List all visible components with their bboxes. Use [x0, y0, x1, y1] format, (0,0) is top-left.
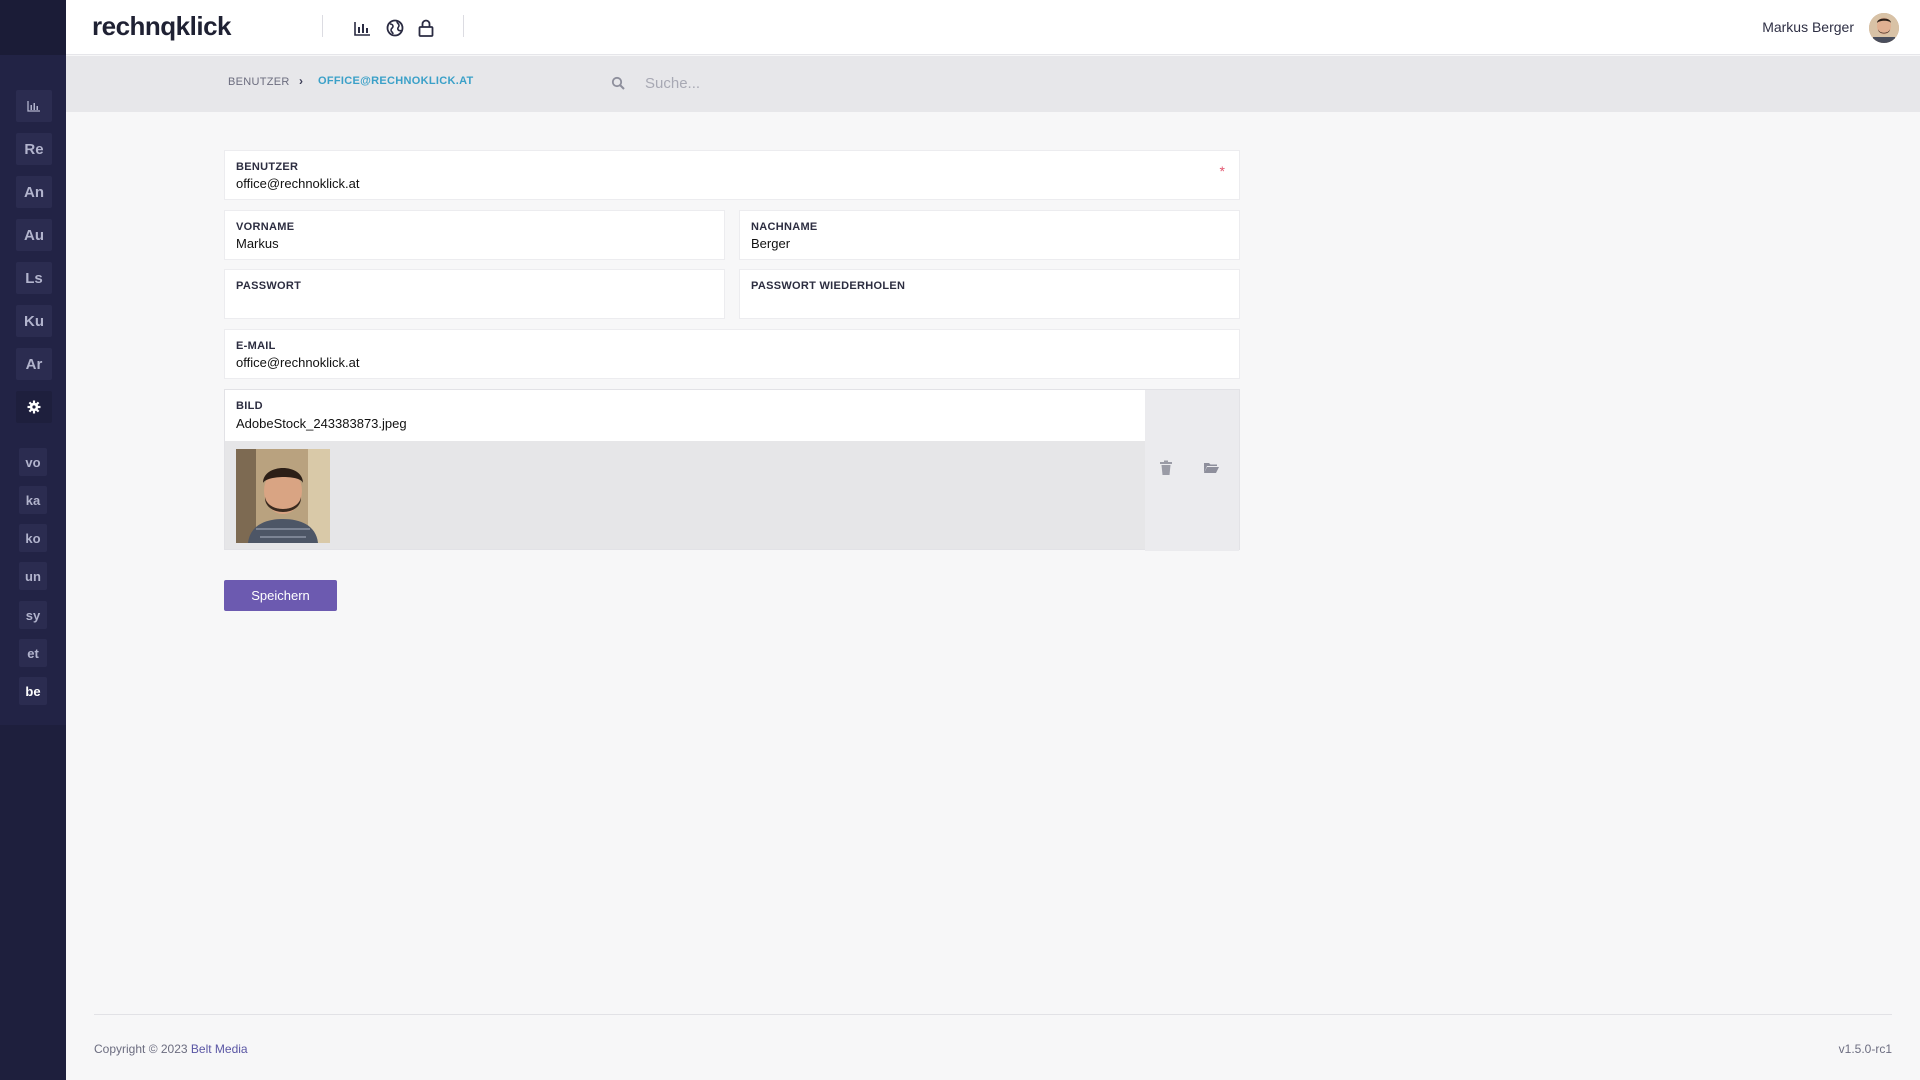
- email-field[interactable]: E-MAIL: [224, 329, 1240, 379]
- save-button[interactable]: Speichern: [224, 580, 337, 611]
- vorname-field[interactable]: VORNAME: [224, 210, 725, 260]
- sidebar-nav: Re An Au Ls Ku Ar vo ka ko un sy et be: [0, 55, 66, 725]
- search-icon: [611, 76, 626, 96]
- sidebar-item-ku[interactable]: Ku: [16, 305, 52, 337]
- passwort-input[interactable]: [236, 295, 686, 310]
- lock-icon: [418, 19, 434, 37]
- folder-open-icon: [1204, 463, 1219, 473]
- bild-thumbnail: [236, 449, 330, 543]
- bild-actions: [1145, 390, 1239, 551]
- email-input[interactable]: [236, 355, 1149, 370]
- header-divider: [322, 15, 323, 37]
- bild-label: BILD: [236, 400, 263, 412]
- email-label: E-MAIL: [236, 340, 276, 352]
- user-name[interactable]: Markus Berger: [1762, 19, 1854, 35]
- delete-image-button[interactable]: [1159, 460, 1173, 481]
- user-photo-icon: [1869, 13, 1899, 43]
- browse-image-button[interactable]: [1203, 461, 1220, 479]
- sidebar-item-ko[interactable]: ko: [19, 524, 47, 552]
- avatar[interactable]: [1869, 13, 1899, 43]
- passwort-label: PASSWORT: [236, 280, 302, 292]
- header-stats-button[interactable]: [351, 17, 373, 39]
- sidebar-item-be[interactable]: be: [19, 677, 47, 705]
- sidebar-item-vo[interactable]: vo: [19, 448, 47, 476]
- header-divider: [463, 15, 464, 37]
- vorname-label: VORNAME: [236, 221, 295, 233]
- company-link[interactable]: Belt Media: [191, 1042, 248, 1056]
- passwort-wiederholen-label: PASSWORT WIEDERHOLEN: [751, 280, 906, 292]
- benutzer-input[interactable]: [236, 176, 1149, 191]
- passwort-field[interactable]: PASSWORT: [224, 269, 725, 319]
- bar-chart-icon: [353, 21, 370, 36]
- nachname-input[interactable]: [751, 236, 1201, 251]
- gear-icon: [27, 400, 41, 414]
- breadcrumb-parent[interactable]: BENUTZER: [228, 76, 290, 88]
- bar-chart-icon: [27, 101, 40, 112]
- bild-upload: BILD AdobeStock_243383873.jpeg: [224, 389, 1240, 551]
- passwort-wiederholen-input[interactable]: [751, 295, 1201, 310]
- sidebar-item-ls[interactable]: Ls: [16, 262, 52, 294]
- subheader: BENUTZER › OFFICE@RECHNOKLICK.AT: [66, 56, 1920, 112]
- vorname-input[interactable]: [236, 236, 686, 251]
- sidebar-item-an[interactable]: An: [16, 176, 52, 208]
- sidebar-top: [0, 0, 66, 55]
- sidebar-item-au[interactable]: Au: [16, 219, 52, 251]
- sidebar-item-et[interactable]: et: [19, 639, 47, 667]
- globe-icon: [386, 19, 404, 37]
- benutzer-field[interactable]: BENUTZER *: [224, 150, 1240, 200]
- footer-divider: [94, 1014, 1892, 1015]
- portrait-image: [236, 449, 330, 543]
- footer-copyright: Copyright © 2023 Belt Media: [94, 1042, 248, 1056]
- top-header: rechnqklick Markus Berger: [66, 0, 1920, 55]
- bild-field[interactable]: BILD AdobeStock_243383873.jpeg: [225, 390, 1147, 441]
- header-lock-button[interactable]: [415, 17, 437, 39]
- sidebar-item-un[interactable]: un: [19, 562, 47, 590]
- sidebar-item-re[interactable]: Re: [16, 133, 52, 165]
- sidebar-item-ar[interactable]: Ar: [16, 348, 52, 380]
- bild-filename: AdobeStock_243383873.jpeg: [236, 416, 407, 431]
- sidebar-item-settings[interactable]: [16, 391, 52, 423]
- sidebar: Re An Au Ls Ku Ar vo ka ko un sy et be: [0, 0, 66, 1080]
- breadcrumb-current: OFFICE@RECHNOKLICK.AT: [318, 75, 474, 87]
- search-input[interactable]: [645, 68, 1145, 98]
- nachname-field[interactable]: NACHNAME: [739, 210, 1240, 260]
- chevron-right-icon: ›: [299, 74, 303, 88]
- required-marker: *: [1219, 163, 1225, 179]
- app-version: v1.5.0-rc1: [1838, 1042, 1892, 1056]
- nachname-label: NACHNAME: [751, 221, 818, 233]
- benutzer-label: BENUTZER: [236, 161, 299, 173]
- app-logo[interactable]: rechnqklick: [92, 11, 232, 42]
- header-globe-button[interactable]: [384, 17, 406, 39]
- copyright-text: Copyright © 2023: [94, 1042, 188, 1056]
- passwort-wiederholen-field[interactable]: PASSWORT WIEDERHOLEN: [739, 269, 1240, 319]
- trash-icon: [1160, 460, 1172, 475]
- sidebar-item-ka[interactable]: ka: [19, 486, 47, 514]
- sidebar-item-sy[interactable]: sy: [19, 601, 47, 629]
- sidebar-item-dashboard[interactable]: [16, 90, 52, 122]
